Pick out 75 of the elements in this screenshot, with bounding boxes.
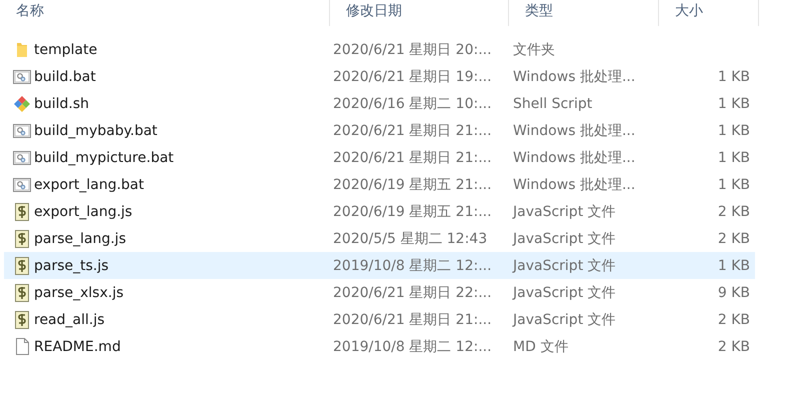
file-row[interactable]: build.bat 2020/6/21 星期日 19:... Windows 批处理... 1 KB <box>4 63 755 90</box>
script-icon <box>15 256 29 274</box>
file-name: export_lang.bat <box>34 176 144 192</box>
folder-icon <box>16 42 28 58</box>
diamond-logo-icon <box>13 94 31 112</box>
gear-document-icon <box>13 70 31 84</box>
file-type: Shell Script <box>512 96 594 112</box>
file-size: 2 KB <box>716 338 751 354</box>
file-name: parse_ts.js <box>34 258 109 274</box>
file-name: build_mypicture.bat <box>34 150 174 166</box>
file-size: 1 KB <box>716 258 751 274</box>
modified-date: 2020/6/21 星期日 19:... <box>332 68 493 86</box>
file-size: 1 KB <box>716 176 751 192</box>
modified-date: 2020/6/21 星期日 20:... <box>332 40 493 58</box>
file-type: Windows 批处理... <box>512 148 636 166</box>
column-header[interactable]: 名称 <box>4 0 330 26</box>
file-type: JavaScript 文件 <box>511 202 617 220</box>
script-icon <box>15 230 29 248</box>
script-icon <box>15 310 29 328</box>
modified-date: 2020/5/5 星期二 12:43 <box>332 230 488 248</box>
file-row[interactable]: parse_xlsx.js 2020/6/21 星期日 22:... JavaScript 文件 9 KB <box>4 279 755 306</box>
file-name: parse_lang.js <box>34 230 126 246</box>
file-name: build.bat <box>34 68 96 84</box>
file-size: 1 KB <box>716 150 751 166</box>
file-row[interactable]: README.md 2019/10/8 星期二 12:... MD 文件 2 KB <box>4 333 755 360</box>
gear-document-icon <box>13 124 31 138</box>
file-name: template <box>34 42 98 58</box>
file-row[interactable]: template 2020/6/21 星期日 20:... 文件夹 <box>4 36 755 63</box>
modified-date: 2019/10/8 星期二 12:... <box>332 338 493 356</box>
file-type: 文件夹 <box>512 40 556 58</box>
file-name: parse_xlsx.js <box>34 284 124 300</box>
modified-date: 2020/6/21 星期日 21:... <box>332 310 493 328</box>
file-size: 2 KB <box>716 312 751 328</box>
file-size: 2 KB <box>716 230 751 246</box>
file-size: 1 KB <box>716 122 751 138</box>
modified-date: 2020/6/19 星期五 21:... <box>332 202 493 220</box>
modified-date: 2020/6/21 星期日 22:... <box>332 284 493 302</box>
file-row[interactable]: build_mypicture.bat 2020/6/21 星期日 21:... Windows 批处理... 1 KB <box>4 144 755 171</box>
file-row[interactable]: build_mybaby.bat 2020/6/21 星期日 21:... Windows 批处理... 1 KB <box>4 117 755 144</box>
column-header[interactable]: 修改日期 <box>330 0 509 26</box>
document-icon <box>16 338 28 355</box>
file-name: README.md <box>34 338 121 354</box>
gear-document-icon <box>13 178 31 192</box>
modified-date: 2020/6/21 星期日 21:... <box>332 122 493 140</box>
modified-date: 2020/6/19 星期五 21:... <box>332 176 493 194</box>
file-type: JavaScript 文件 <box>511 310 617 328</box>
file-type: MD 文件 <box>512 338 570 356</box>
file-type: Windows 批处理... <box>512 68 636 86</box>
gear-document-icon <box>13 150 31 164</box>
file-size: 9 KB <box>716 284 751 300</box>
file-name: build.sh <box>34 96 90 112</box>
file-row[interactable]: export_lang.js 2020/6/19 星期五 21:... JavaScript 文件 2 KB <box>4 198 755 225</box>
file-row[interactable]: build.sh 2020/6/16 星期二 10:... Shell Script 1 KB <box>4 90 755 117</box>
file-row[interactable]: read_all.js 2020/6/21 星期日 21:... JavaScript 文件 2 KB <box>4 306 755 333</box>
file-size: 1 KB <box>716 68 751 84</box>
file-name: read_all.js <box>34 312 105 328</box>
modified-date: 2019/10/8 星期二 12:... <box>332 256 493 274</box>
script-icon <box>15 284 29 302</box>
modified-date: 2020/6/16 星期二 10:... <box>332 94 493 112</box>
file-type: JavaScript 文件 <box>511 256 617 274</box>
file-row[interactable]: parse_ts.js 2019/10/8 星期二 12:... JavaScript 文件 1 KB <box>4 252 755 279</box>
file-size: 2 KB <box>716 204 751 220</box>
file-row[interactable]: parse_lang.js 2020/5/5 星期二 12:43 JavaScript 文件 2 KB <box>4 225 755 252</box>
modified-date: 2020/6/21 星期日 21:... <box>332 148 493 166</box>
file-type: JavaScript 文件 <box>511 230 617 248</box>
script-icon <box>15 202 29 220</box>
file-type: Windows 批处理... <box>512 122 636 140</box>
file-name: export_lang.js <box>34 204 132 220</box>
file-name: build_mybaby.bat <box>34 122 158 138</box>
file-type: Windows 批处理... <box>512 176 636 194</box>
file-size: 1 KB <box>716 96 751 112</box>
file-type: JavaScript 文件 <box>511 284 617 302</box>
column-header[interactable]: 类型 <box>509 0 659 26</box>
column-header[interactable]: 大小 <box>659 0 759 26</box>
file-row[interactable]: export_lang.bat 2020/6/19 星期五 21:... Windows 批处理... 1 KB <box>4 171 755 198</box>
